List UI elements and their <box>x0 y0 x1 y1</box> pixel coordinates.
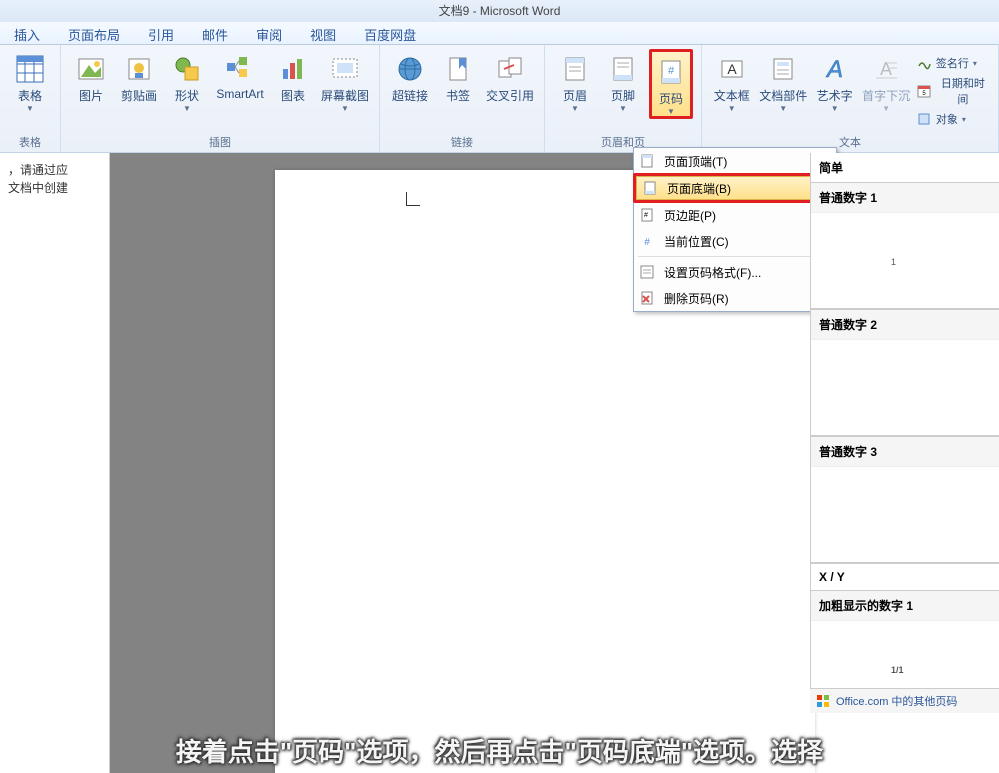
ribbon: 表格 ▼ 表格 图片 剪贴画 形状▼ SmartArt 图表 屏幕截图▼ 插图 … <box>0 45 999 153</box>
navigation-pane: ，请通过应 文档中创建 <box>0 153 110 773</box>
smartart-button[interactable]: SmartArt <box>211 49 269 101</box>
gallery-preview-3[interactable] <box>811 467 999 563</box>
signature-icon <box>916 55 932 71</box>
gallery-opt-plain2[interactable]: 普通数字 2 <box>811 309 999 340</box>
screenshot-button[interactable]: 屏幕截图▼ <box>317 49 373 113</box>
wordart-button[interactable]: A艺术字▼ <box>811 49 859 113</box>
text-cursor <box>406 192 420 206</box>
tab-pagelayout[interactable]: 页面布局 <box>54 22 134 44</box>
group-label-links: 链接 <box>451 136 473 150</box>
office-more-link[interactable]: Office.com 中的其他页码 <box>810 688 999 713</box>
group-label-illustrations: 插图 <box>209 136 231 150</box>
svg-text:#: # <box>668 65 675 77</box>
chart-icon <box>277 53 309 85</box>
current-position-icon: # <box>638 232 656 250</box>
object-icon <box>916 111 932 127</box>
remove-icon <box>638 289 656 307</box>
textbox-button[interactable]: A文本框▼ <box>708 49 756 113</box>
header-icon <box>559 53 591 85</box>
footer-icon <box>607 53 639 85</box>
shapes-icon <box>171 53 203 85</box>
wordart-icon: A <box>819 53 851 85</box>
page-bottom-icon <box>641 179 659 197</box>
instruction-subtitle: 接着点击"页码"选项，然后再点击"页码底端"选项。选择 <box>0 728 999 773</box>
tables-button[interactable]: 表格 ▼ <box>6 49 54 113</box>
svg-text:#: # <box>644 237 650 248</box>
tab-mailings[interactable]: 邮件 <box>188 22 242 44</box>
dropcap-icon: A <box>870 53 902 85</box>
hyperlink-button[interactable]: 超链接 <box>386 49 434 104</box>
quickparts-icon <box>767 53 799 85</box>
table-icon <box>14 53 46 85</box>
menu-page-top[interactable]: 页面顶端(T)▶ <box>634 148 836 174</box>
gallery-section-simple: 简单 <box>811 153 999 182</box>
pagenumber-button[interactable]: #页码▼ <box>649 49 693 119</box>
tab-insert[interactable]: 插入 <box>0 22 54 44</box>
group-tables: 表格 ▼ 表格 <box>0 45 61 152</box>
dropdown-arrow-icon: ▼ <box>26 104 34 113</box>
picture-icon <box>75 53 107 85</box>
chart-button[interactable]: 图表 <box>269 49 317 104</box>
textbox-icon: A <box>716 53 748 85</box>
datetime-button[interactable]: 5日期和时间 <box>914 73 992 109</box>
gallery-opt-bold1[interactable]: 加粗显示的数字 1 <box>811 590 999 621</box>
window-title: 文档9 - Microsoft Word <box>0 0 999 22</box>
bookmark-button[interactable]: 书签 <box>434 49 482 104</box>
page-margins-icon: # <box>638 206 656 224</box>
group-illustrations: 图片 剪贴画 形状▼ SmartArt 图表 屏幕截图▼ 插图 <box>61 45 380 152</box>
tab-view[interactable]: 视图 <box>296 22 350 44</box>
smartart-icon <box>224 53 256 85</box>
tab-references[interactable]: 引用 <box>134 22 188 44</box>
menu-format-pagenumber[interactable]: 设置页码格式(F)... <box>634 259 836 285</box>
svg-text:A: A <box>825 56 843 83</box>
gallery-preview-2[interactable] <box>811 340 999 436</box>
menu-page-bottom[interactable]: 页面底端(B)▶ <box>636 176 834 200</box>
gallery-opt-plain1[interactable]: 普通数字 1 <box>811 182 999 213</box>
bookmark-icon <box>442 53 474 85</box>
crossref-button[interactable]: 交叉引用 <box>482 49 538 104</box>
pagenumber-icon: # <box>655 56 687 88</box>
dropcap-button[interactable]: A首字下沉▼ <box>858 49 913 113</box>
shapes-button[interactable]: 形状▼ <box>163 49 211 113</box>
picture-button[interactable]: 图片 <box>67 49 115 104</box>
screenshot-icon <box>329 53 361 85</box>
menu-page-margins[interactable]: #页边距(P)▶ <box>634 202 836 228</box>
svg-text:#: # <box>644 212 648 219</box>
group-label-text: 文本 <box>839 136 861 150</box>
quickparts-button[interactable]: 文档部件▼ <box>756 49 811 113</box>
tab-review[interactable]: 审阅 <box>242 22 296 44</box>
svg-text:A: A <box>727 61 737 77</box>
datetime-icon: 5 <box>916 83 932 99</box>
group-label-tables: 表格 <box>19 136 41 150</box>
group-links: 超链接 书签 交叉引用 链接 <box>380 45 545 152</box>
crossref-icon <box>494 53 526 85</box>
svg-text:A: A <box>880 59 892 79</box>
gallery-preview-1[interactable]: 1 <box>811 213 999 309</box>
office-icon <box>816 694 830 708</box>
pagenumber-gallery: 简单 普通数字 1 1 普通数字 2 普通数字 3 X / Y 加粗显示的数字 … <box>810 153 999 713</box>
ribbon-tabs: 插入 页面布局 引用 邮件 审阅 视图 百度网盘 <box>0 22 999 45</box>
group-text: A文本框▼ 文档部件▼ A艺术字▼ A首字下沉▼ 签名行▾ 5日期和时间 对象▾… <box>702 45 999 152</box>
gallery-opt-plain3[interactable]: 普通数字 3 <box>811 436 999 467</box>
signature-button[interactable]: 签名行▾ <box>914 53 992 73</box>
clipart-button[interactable]: 剪贴画 <box>115 49 163 104</box>
tab-baidu[interactable]: 百度网盘 <box>350 22 430 44</box>
footer-button[interactable]: 页脚▼ <box>599 49 647 113</box>
object-button[interactable]: 对象▾ <box>914 109 992 129</box>
gallery-section-xy: X / Y <box>811 563 999 590</box>
menu-current-position[interactable]: #当前位置(C)▶ <box>634 228 836 254</box>
hyperlink-icon <box>394 53 426 85</box>
header-button[interactable]: 页眉▼ <box>551 49 599 113</box>
format-icon <box>638 263 656 281</box>
page-top-icon <box>638 152 656 170</box>
clipart-icon <box>123 53 155 85</box>
group-headerfooter: 页眉▼ 页脚▼ #页码▼ 页眉和页 <box>545 45 702 152</box>
menu-remove-pagenumber[interactable]: 删除页码(R) <box>634 285 836 311</box>
pagenumber-dropdown: 页面顶端(T)▶ 页面底端(B)▶ #页边距(P)▶ #当前位置(C)▶ 设置页… <box>633 147 837 312</box>
